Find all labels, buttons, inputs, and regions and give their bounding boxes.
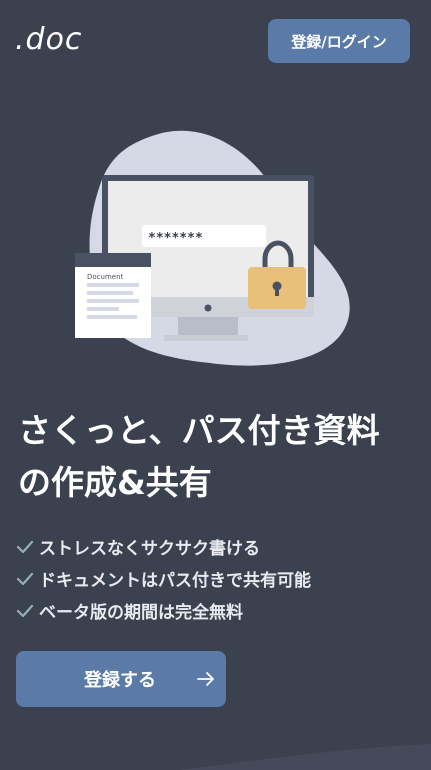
hero-illustration: ******* Document <box>75 130 350 366</box>
check-icon <box>16 540 34 554</box>
check-icon <box>16 572 34 586</box>
feature-list: ストレスなくサクサク書ける ドキュメントはパス付きで共有可能 ベータ版の期間は完… <box>15 530 311 626</box>
password-placeholder: ******* <box>148 231 203 246</box>
headline-line-1: さくっと、パス付き資料 <box>18 411 380 450</box>
feature-text: ストレスなくサクサク書ける <box>39 538 260 559</box>
document-header <box>75 253 151 267</box>
arrow-right-icon <box>197 672 214 686</box>
feature-text: ベータ版の期間は完全無料 <box>39 602 243 623</box>
header: .doc 登録/ログイン <box>0 0 431 80</box>
monitor-base <box>164 335 248 341</box>
feature-text: ドキュメントはパス付きで共有可能 <box>39 570 311 591</box>
feature-item: ドキュメントはパス付きで共有可能 <box>15 562 311 594</box>
headline: さくっと、パス付き資料 の作成&共有 <box>18 405 418 509</box>
login-button[interactable]: 登録/ログイン <box>268 19 410 63</box>
monitor-button-icon <box>204 304 212 312</box>
feature-item: ストレスなくサクサク書ける <box>15 530 311 562</box>
logo[interactable]: .doc <box>15 22 82 57</box>
headline-line-2: の作成&共有 <box>18 463 212 502</box>
feature-item: ベータ版の期間は完全無料 <box>15 594 311 626</box>
check-icon <box>16 604 34 618</box>
register-button-label: 登録する <box>84 670 156 691</box>
bottom-decoration <box>180 744 431 770</box>
document-label: Document <box>87 273 124 281</box>
register-button[interactable]: 登録する <box>16 651 226 707</box>
monitor-neck <box>178 317 238 335</box>
